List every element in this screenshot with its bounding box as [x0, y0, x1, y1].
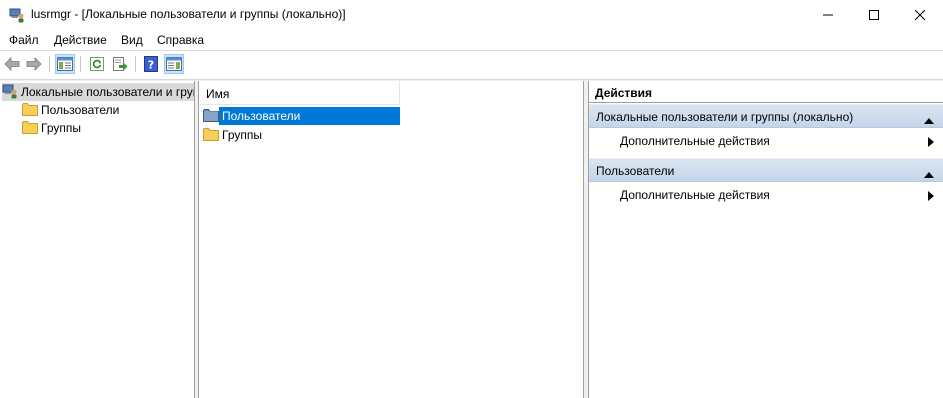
- submenu-arrow-icon: [928, 190, 934, 204]
- submenu-arrow-icon: [928, 136, 934, 150]
- action-item-label: Дополнительные действия: [620, 134, 770, 148]
- toolbar-separator: [135, 56, 136, 72]
- tree-item-label: Группы: [41, 121, 81, 135]
- menu-help[interactable]: Справка: [157, 33, 204, 47]
- export-list-icon[interactable]: [110, 54, 130, 74]
- help-icon[interactable]: ?: [141, 54, 161, 74]
- menu-file[interactable]: Файл: [9, 33, 39, 47]
- action-group-local-users-groups[interactable]: Локальные пользователи и группы (локальн…: [589, 104, 943, 128]
- tree-item-label: Пользователи: [41, 103, 120, 117]
- tree-item-label: Локальные пользователи и группы (локальн…: [21, 85, 194, 99]
- collapse-up-icon[interactable]: [924, 113, 934, 127]
- forward-button[interactable]: [24, 54, 44, 74]
- close-button[interactable]: [897, 0, 943, 30]
- actions-title-label: Действия: [595, 86, 653, 100]
- list-item-label: Группы: [222, 128, 262, 142]
- folder-icon: [203, 108, 219, 125]
- list-item-label: Пользователи: [219, 107, 400, 125]
- folder-icon: [22, 102, 38, 119]
- column-header-name[interactable]: Имя: [199, 81, 400, 105]
- folder-icon: [203, 127, 219, 144]
- users-groups-icon: [2, 83, 18, 102]
- svg-text:?: ?: [148, 59, 154, 72]
- action-more-actions[interactable]: Дополнительные действия: [589, 130, 943, 152]
- window-title: lusrmgr - [Локальные пользователи и груп…: [31, 7, 346, 21]
- action-group-label: Пользователи: [596, 164, 675, 178]
- back-button[interactable]: [2, 54, 22, 74]
- toolbar-separator: [49, 56, 50, 72]
- action-group-users[interactable]: Пользователи: [589, 158, 943, 182]
- actions-pane-title: Действия: [589, 81, 943, 103]
- action-item-label: Дополнительные действия: [620, 188, 770, 202]
- menu-action[interactable]: Действие: [54, 33, 107, 47]
- minimize-button[interactable]: [805, 0, 851, 30]
- title-bar: lusrmgr - [Локальные пользователи и груп…: [0, 0, 943, 30]
- column-header-label: Имя: [206, 87, 230, 101]
- results-list-pane: Имя Пользователи Группы: [198, 81, 584, 398]
- users-groups-app-icon: [9, 7, 25, 23]
- actions-pane: Действия Локальные пользователи и группы…: [588, 81, 943, 398]
- folder-icon: [22, 120, 38, 137]
- tree-item-local-users-groups[interactable]: Локальные пользователи и группы (локальн…: [2, 83, 194, 102]
- action-more-actions[interactable]: Дополнительные действия: [589, 184, 943, 206]
- collapse-up-icon[interactable]: [924, 167, 934, 181]
- toolbar: ?: [0, 51, 943, 79]
- show-hide-console-tree-icon[interactable]: [55, 54, 75, 74]
- maximize-button[interactable]: [851, 0, 897, 30]
- tree-item-groups[interactable]: Группы: [22, 119, 81, 137]
- list-item-users[interactable]: Пользователи: [203, 107, 400, 125]
- list-item-groups[interactable]: Группы: [203, 126, 265, 144]
- toolbar-separator: [80, 56, 81, 72]
- action-group-label: Локальные пользователи и группы (локальн…: [596, 110, 854, 124]
- menu-bar: Файл Действие Вид Справка: [0, 30, 943, 50]
- console-tree-pane: Локальные пользователи и группы (локальн…: [0, 81, 195, 398]
- menu-view[interactable]: Вид: [121, 33, 143, 47]
- refresh-icon[interactable]: [87, 54, 107, 74]
- show-hide-action-pane-icon[interactable]: [164, 54, 184, 74]
- tree-item-users[interactable]: Пользователи: [22, 101, 119, 119]
